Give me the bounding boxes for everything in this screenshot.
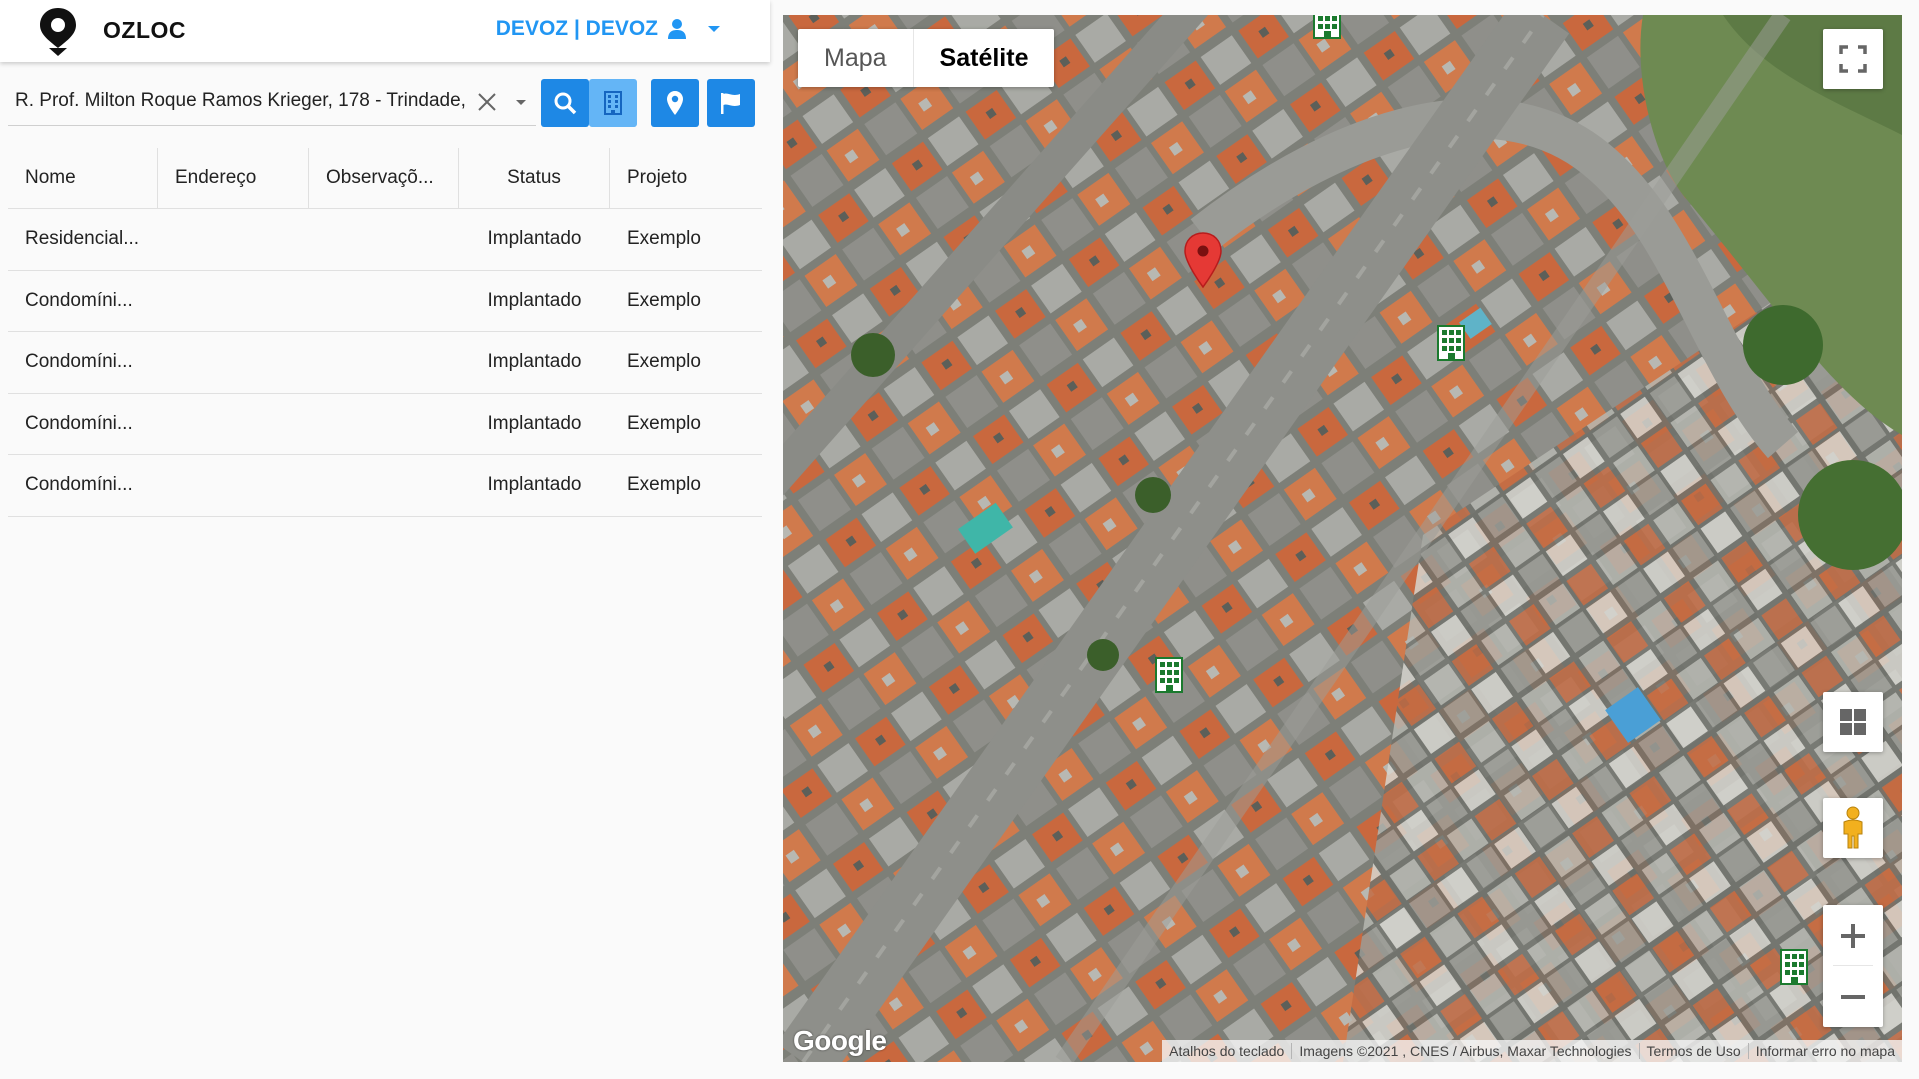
cell-endereco [158,394,309,455]
address-search-input[interactable]: R. Prof. Milton Roque Ramos Krieger, 178… [15,90,475,112]
cell-status: Implantado [487,351,582,373]
cell-status: Implantado [487,228,582,250]
cell-status: Implantado [487,474,582,496]
map-type-control: Mapa Satélite [798,29,1055,87]
cell-nome: Condomíni... [25,474,133,496]
table-header: Nome Endereço Observaçõ... Status Projet… [8,148,762,209]
table-row[interactable]: Residencial... Implantado Exemplo [8,209,762,271]
column-header-endereco[interactable]: Endereço [158,148,309,208]
report-error-link[interactable]: Informar erro no mapa [1747,1043,1902,1059]
search-button[interactable] [541,79,589,127]
cell-observacao [309,209,459,270]
column-header-observacoes[interactable]: Observaçõ... [309,148,459,208]
flag-button[interactable] [707,79,755,127]
keyboard-shortcuts-link[interactable]: Atalhos do teclado [1162,1043,1291,1059]
app-title: OZLOC [103,17,186,43]
table-row[interactable]: Condomíni... Implantado Exemplo [8,455,762,517]
cell-projeto: Exemplo [627,228,701,250]
user-menu[interactable]: DEVOZ | DEVOZ [496,17,722,41]
user-label: DEVOZ | DEVOZ [495,17,658,40]
zoom-in-icon [1841,923,1865,948]
search-icon [554,92,577,115]
cell-endereco [158,209,309,270]
address-search-field[interactable]: R. Prof. Milton Roque Ramos Krieger, 178… [8,78,536,126]
layers-grid-icon [1840,709,1866,735]
location-button[interactable] [651,79,699,127]
pegman-icon [1843,806,1863,849]
cell-projeto: Exemplo [627,289,701,311]
column-header-nome[interactable]: Nome [8,148,158,208]
cell-status: Implantado [487,412,582,434]
chevron-down-icon[interactable] [514,98,528,108]
cell-observacao [309,394,459,455]
table-row[interactable]: Condomíni... Implantado Exemplo [8,332,762,394]
cell-endereco [158,332,309,393]
search-row: R. Prof. Milton Roque Ramos Krieger, 178… [0,70,770,132]
map-type-satelite-button[interactable]: Satélite [914,29,1055,87]
cell-observacao [309,271,459,332]
flag-icon [721,93,740,114]
map-marker-icon [667,91,683,115]
cell-nome: Residencial... [25,228,140,250]
close-icon[interactable] [476,91,498,113]
cell-observacao [309,332,459,393]
table-row[interactable]: Condomíni... Implantado Exemplo [8,394,762,455]
map-pin-logo-icon [40,8,76,56]
cell-observacao [309,455,459,516]
map-attribution: Atalhos do teclado Imagens ©2021 , CNES … [1162,1040,1902,1062]
top-bar: OZLOC DEVOZ | DEVOZ [0,0,770,62]
location-marker-icon[interactable] [1183,231,1223,289]
fullscreen-button[interactable] [1823,29,1883,89]
cell-nome: Condomíni... [25,351,133,373]
results-table: Nome Endereço Observaçõ... Status Projet… [8,148,762,517]
google-logo: Google [793,1025,887,1056]
cell-projeto: Exemplo [627,351,701,373]
map-type-mapa-button[interactable]: Mapa [798,29,914,87]
cell-projeto: Exemplo [627,412,701,434]
terms-link[interactable]: Termos de Uso [1638,1043,1748,1059]
building-marker-icon[interactable] [1780,949,1808,985]
building-filter-button[interactable] [589,79,637,127]
caret-down-icon [708,26,720,32]
zoom-in-button[interactable] [1823,905,1883,966]
cell-status: Implantado [487,289,582,311]
person-icon [668,19,686,39]
street-view-button[interactable] [1823,798,1883,858]
column-header-projeto[interactable]: Projeto [610,148,762,208]
layers-button[interactable] [1823,692,1883,752]
map-view[interactable]: Mapa Satélite Google Atalhos do teclado … [783,15,1902,1062]
left-panel: OZLOC DEVOZ | DEVOZ R. Prof. Milton Roqu… [0,0,770,1079]
fullscreen-icon [1839,45,1867,73]
table-row[interactable]: Condomíni... Implantado Exemplo [8,271,762,332]
satellite-imagery[interactable] [783,15,1902,1062]
cell-nome: Condomíni... [25,289,133,311]
cell-projeto: Exemplo [627,474,701,496]
building-marker-icon[interactable] [1437,325,1465,361]
cell-endereco [158,271,309,332]
imagery-credit: Imagens ©2021 , CNES / Airbus, Maxar Tec… [1291,1043,1638,1059]
cell-endereco [158,455,309,516]
zoom-divider [1833,965,1873,966]
zoom-out-icon [1841,994,1865,999]
building-marker-icon[interactable] [1155,657,1183,693]
zoom-out-button[interactable] [1823,966,1883,1027]
cell-nome: Condomíni... [25,412,133,434]
building-icon [604,91,622,115]
column-header-status[interactable]: Status [459,148,610,208]
zoom-control [1823,905,1883,1027]
building-marker-icon[interactable] [1313,15,1341,39]
